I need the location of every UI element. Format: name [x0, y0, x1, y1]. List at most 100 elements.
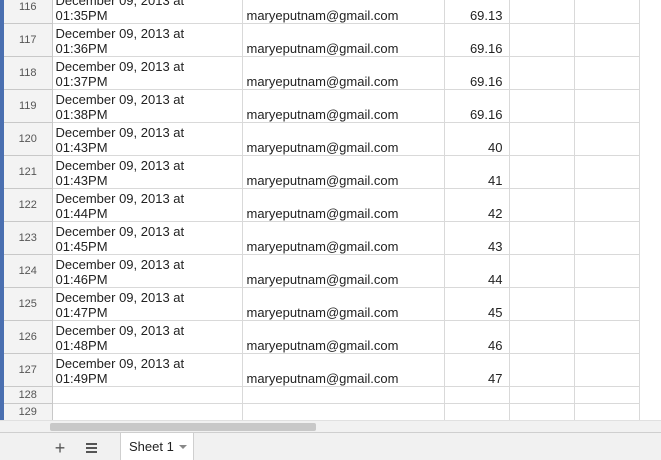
email-cell[interactable]: maryeputnam@gmail.com — [241, 56, 445, 90]
row-header[interactable]: 121 — [0, 155, 53, 189]
row-header[interactable]: 128 — [0, 386, 53, 404]
row-header[interactable]: 118 — [0, 56, 53, 90]
value-cell[interactable]: 46 — [443, 320, 510, 354]
empty-cell[interactable] — [508, 56, 575, 90]
empty-cell[interactable] — [573, 155, 640, 189]
time-text: 01:35PM — [55, 8, 108, 23]
time-text: 01:48PM — [55, 338, 108, 353]
value-cell[interactable]: 41 — [443, 155, 510, 189]
time-text: 01:37PM — [55, 74, 108, 89]
email-cell[interactable]: maryeputnam@gmail.com — [241, 353, 445, 387]
row-header[interactable]: 124 — [0, 254, 53, 288]
empty-cell[interactable] — [573, 287, 640, 321]
email-cell[interactable]: maryeputnam@gmail.com — [241, 188, 445, 222]
date-cell[interactable]: December 09, 2013 at 01:48PM — [51, 320, 243, 354]
value-cell[interactable]: 43 — [443, 221, 510, 255]
empty-cell[interactable] — [573, 320, 640, 354]
empty-cell[interactable] — [573, 23, 640, 57]
date-cell[interactable]: December 09, 2013 at 01:36PM — [51, 23, 243, 57]
empty-cell[interactable] — [573, 0, 640, 24]
table-row: 117 December 09, 2013 at 01:36PM maryeputna… — [0, 23, 640, 57]
email-cell[interactable]: maryeputnam@gmail.com — [241, 254, 445, 288]
empty-cell[interactable] — [508, 23, 575, 57]
empty-cell[interactable] — [508, 353, 575, 387]
scrollbar-thumb[interactable] — [50, 423, 316, 431]
date-cell[interactable]: December 09, 2013 at 01:47PM — [51, 287, 243, 321]
empty-cell[interactable] — [573, 386, 640, 404]
time-text: 01:43PM — [55, 173, 108, 188]
row-header[interactable]: 123 — [0, 221, 53, 255]
date-text: December 09, 2013 at — [55, 356, 185, 371]
value-cell[interactable]: 45 — [443, 287, 510, 321]
email-cell[interactable]: maryeputnam@gmail.com — [241, 23, 445, 57]
row-header[interactable]: 122 — [0, 188, 53, 222]
empty-cell[interactable] — [508, 386, 575, 404]
sheet-tab[interactable]: Sheet 1 — [120, 433, 194, 460]
row-header[interactable]: 127 — [0, 353, 53, 387]
email-cell[interactable]: maryeputnam@gmail.com — [241, 0, 445, 24]
value-cell[interactable]: 42 — [443, 188, 510, 222]
value-cell[interactable]: 44 — [443, 254, 510, 288]
date-cell[interactable]: December 09, 2013 at 01:43PM — [51, 155, 243, 189]
time-text: 01:49PM — [55, 371, 108, 386]
value-cell[interactable]: 69.16 — [443, 89, 510, 123]
empty-cell[interactable] — [573, 188, 640, 222]
date-cell[interactable]: December 09, 2013 at 01:49PM — [51, 353, 243, 387]
spreadsheet-app: 116 December 09, 2013 at 01:35PM maryeputna… — [0, 0, 661, 460]
date-text: December 09, 2013 at — [55, 191, 185, 206]
date-cell[interactable]: December 09, 2013 at 01:43PM — [51, 122, 243, 156]
empty-cell[interactable] — [508, 155, 575, 189]
date-cell[interactable]: December 09, 2013 at 01:45PM — [51, 221, 243, 255]
email-cell[interactable]: maryeputnam@gmail.com — [241, 221, 445, 255]
empty-cell[interactable] — [508, 89, 575, 123]
empty-cell[interactable] — [241, 403, 445, 421]
empty-cell[interactable] — [241, 386, 445, 404]
email-cell[interactable]: maryeputnam@gmail.com — [241, 287, 445, 321]
email-cell[interactable]: maryeputnam@gmail.com — [241, 89, 445, 123]
empty-cell[interactable] — [573, 221, 640, 255]
date-cell[interactable]: December 09, 2013 at 01:44PM — [51, 188, 243, 222]
empty-cell[interactable] — [443, 403, 510, 421]
date-cell[interactable]: December 09, 2013 at 01:38PM — [51, 89, 243, 123]
chevron-down-icon[interactable] — [179, 445, 187, 449]
value-cell[interactable]: 47 — [443, 353, 510, 387]
row-header[interactable]: 116 — [0, 0, 53, 24]
empty-cell[interactable] — [508, 0, 575, 24]
date-cell[interactable]: December 09, 2013 at 01:37PM — [51, 56, 243, 90]
empty-cell[interactable] — [508, 122, 575, 156]
value-cell[interactable]: 69.16 — [443, 56, 510, 90]
table-row: 124 December 09, 2013 at 01:46PM maryeputna… — [0, 254, 640, 288]
empty-cell[interactable] — [573, 56, 640, 90]
plus-icon[interactable]: + — [49, 437, 71, 459]
value-cell[interactable]: 69.16 — [443, 23, 510, 57]
empty-cell[interactable] — [443, 386, 510, 404]
empty-cell[interactable] — [508, 188, 575, 222]
empty-cell[interactable] — [573, 403, 640, 421]
value-cell[interactable]: 40 — [443, 122, 510, 156]
menu-lines-icon[interactable] — [80, 437, 102, 459]
email-cell[interactable]: maryeputnam@gmail.com — [241, 122, 445, 156]
date-cell[interactable]: December 09, 2013 at 01:46PM — [51, 254, 243, 288]
row-header[interactable]: 119 — [0, 89, 53, 123]
row-header[interactable]: 120 — [0, 122, 53, 156]
empty-cell[interactable] — [508, 254, 575, 288]
empty-cell[interactable] — [508, 287, 575, 321]
empty-cell[interactable] — [573, 353, 640, 387]
empty-cell[interactable] — [573, 254, 640, 288]
empty-cell[interactable] — [508, 221, 575, 255]
empty-cell[interactable] — [51, 386, 243, 404]
empty-cell[interactable] — [508, 403, 575, 421]
row-header[interactable]: 126 — [0, 320, 53, 354]
row-header[interactable]: 129 — [0, 403, 53, 421]
value-cell[interactable]: 69.13 — [443, 0, 510, 24]
empty-cell[interactable] — [51, 403, 243, 421]
email-cell[interactable]: maryeputnam@gmail.com — [241, 320, 445, 354]
sheet-tab-bar: + Sheet 1 — [0, 432, 661, 460]
date-cell[interactable]: December 09, 2013 at 01:35PM — [51, 0, 243, 24]
empty-cell[interactable] — [573, 122, 640, 156]
row-header[interactable]: 125 — [0, 287, 53, 321]
empty-cell[interactable] — [508, 320, 575, 354]
empty-cell[interactable] — [573, 89, 640, 123]
email-cell[interactable]: maryeputnam@gmail.com — [241, 155, 445, 189]
row-header[interactable]: 117 — [0, 23, 53, 57]
